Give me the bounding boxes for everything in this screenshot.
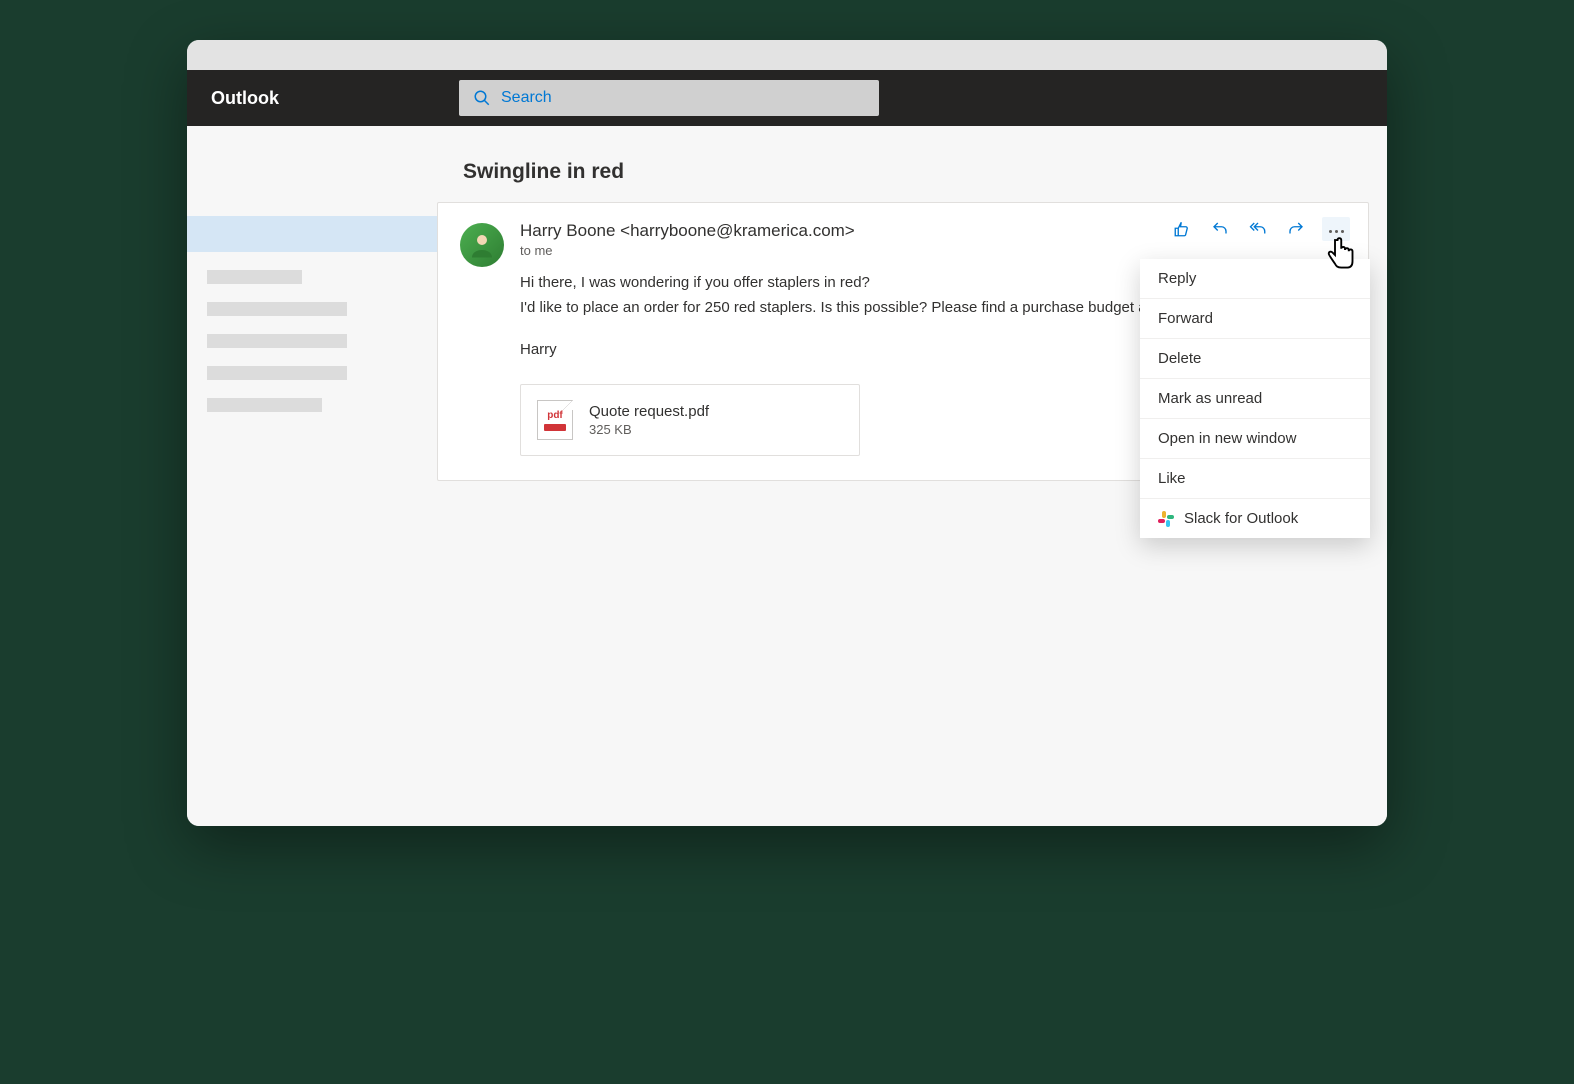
menu-item-reply[interactable]: Reply <box>1140 259 1370 299</box>
reply-all-button[interactable] <box>1246 217 1270 241</box>
sidebar-item-placeholder <box>207 270 302 284</box>
like-button[interactable] <box>1170 217 1194 241</box>
message-actions <box>1170 217 1350 241</box>
attachment-chip[interactable]: pdf Quote request.pdf 325 KB <box>520 384 860 456</box>
search-icon <box>473 89 491 107</box>
sidebar-item-placeholder <box>207 366 347 380</box>
menu-item-like[interactable]: Like <box>1140 459 1370 499</box>
search-input[interactable]: Search <box>459 80 879 116</box>
context-menu: Reply Forward Delete Mark as unread Open… <box>1140 259 1370 538</box>
reply-icon <box>1211 220 1229 238</box>
window-titlebar <box>187 40 1387 70</box>
app-header: Outlook Search <box>187 70 1387 126</box>
app-name: Outlook <box>211 88 279 109</box>
forward-icon <box>1287 220 1305 238</box>
menu-item-slack-label: Slack for Outlook <box>1184 510 1298 527</box>
content-area: Swingline in red Harry Boone <harryboone… <box>187 126 1387 826</box>
menu-item-delete[interactable]: Delete <box>1140 339 1370 379</box>
thumbs-up-icon <box>1173 220 1191 238</box>
pdf-icon: pdf <box>537 400 573 440</box>
menu-item-mark-unread[interactable]: Mark as unread <box>1140 379 1370 419</box>
menu-item-slack[interactable]: Slack for Outlook <box>1140 499 1370 538</box>
sidebar <box>187 126 437 826</box>
email-subject: Swingline in red <box>437 150 1369 202</box>
main-pane: Swingline in red Harry Boone <harryboone… <box>437 126 1387 826</box>
more-actions-button[interactable] <box>1322 217 1350 241</box>
forward-button[interactable] <box>1284 217 1308 241</box>
menu-item-open-new-window[interactable]: Open in new window <box>1140 419 1370 459</box>
sidebar-item-placeholder <box>207 302 347 316</box>
slack-icon <box>1158 511 1174 527</box>
menu-item-forward[interactable]: Forward <box>1140 299 1370 339</box>
message-card: Harry Boone <harryboone@kramerica.com> t… <box>437 202 1369 481</box>
sidebar-item-placeholder <box>207 398 322 412</box>
reply-button[interactable] <box>1208 217 1232 241</box>
sidebar-item-active[interactable] <box>187 216 437 252</box>
sidebar-item-placeholder <box>207 334 347 348</box>
sender-avatar[interactable] <box>460 223 504 267</box>
recipient-line: to me <box>520 243 1346 258</box>
reply-all-icon <box>1249 220 1267 238</box>
attachment-size: 325 KB <box>589 422 709 437</box>
search-placeholder: Search <box>501 89 552 107</box>
pdf-type-label: pdf <box>547 411 563 421</box>
ellipsis-icon <box>1327 220 1345 238</box>
attachment-name: Quote request.pdf <box>589 403 709 420</box>
app-window: Outlook Search Swingline in red H <box>187 40 1387 826</box>
